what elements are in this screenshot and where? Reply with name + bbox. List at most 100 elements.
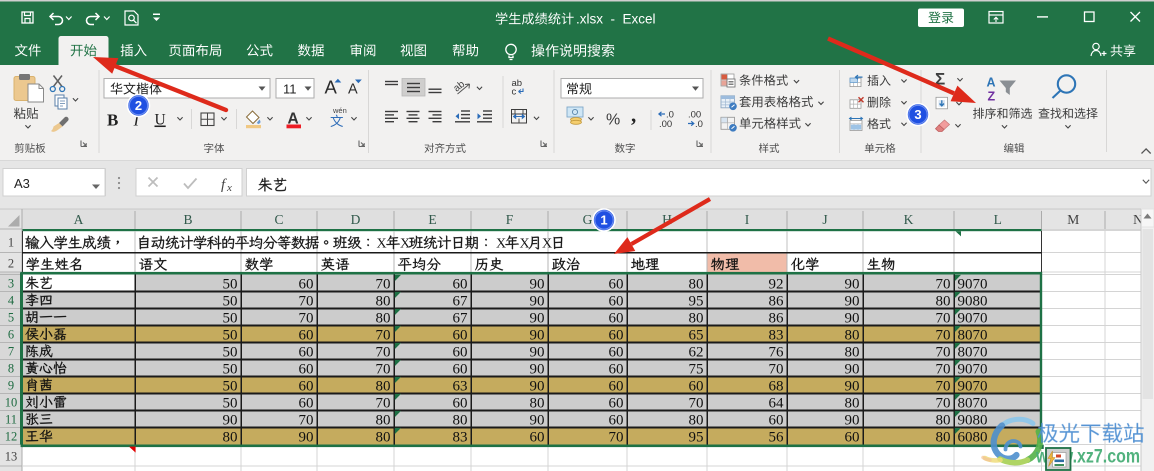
svg-text:80: 80 xyxy=(376,310,391,326)
svg-text:50: 50 xyxy=(223,276,238,292)
svg-text:A: A xyxy=(325,77,338,98)
svg-text:12: 12 xyxy=(5,430,18,444)
svg-text:A: A xyxy=(987,76,996,90)
svg-text:9070: 9070 xyxy=(958,361,988,377)
svg-text:83: 83 xyxy=(769,327,784,343)
svg-text:%: % xyxy=(606,112,620,129)
svg-text:8: 8 xyxy=(8,362,14,376)
svg-text:64: 64 xyxy=(769,395,785,411)
svg-text:8070: 8070 xyxy=(958,327,988,343)
svg-text:86: 86 xyxy=(769,293,785,309)
svg-text:70: 70 xyxy=(376,361,391,377)
svg-text:60: 60 xyxy=(689,378,704,394)
svg-text:7: 7 xyxy=(8,345,14,359)
svg-text:70: 70 xyxy=(299,310,314,326)
svg-text:60: 60 xyxy=(609,395,624,411)
svg-text:60: 60 xyxy=(530,429,545,445)
svg-text:86: 86 xyxy=(769,310,785,326)
svg-text:6080: 6080 xyxy=(958,429,988,445)
svg-text:80: 80 xyxy=(376,429,391,445)
svg-text:70: 70 xyxy=(936,344,951,360)
svg-text:90: 90 xyxy=(530,327,545,343)
svg-text:9080: 9080 xyxy=(958,412,988,428)
svg-text:67: 67 xyxy=(453,310,469,326)
svg-text:70: 70 xyxy=(376,327,391,343)
svg-text:75: 75 xyxy=(689,361,704,377)
svg-text:8070: 8070 xyxy=(958,344,988,360)
svg-text:60: 60 xyxy=(609,327,624,343)
svg-text:A3: A3 xyxy=(14,176,30,191)
svg-text:10: 10 xyxy=(5,396,18,410)
svg-text:A: A xyxy=(74,212,84,227)
svg-text:60: 60 xyxy=(299,395,314,411)
svg-text:90: 90 xyxy=(845,310,860,326)
svg-text:80: 80 xyxy=(689,276,704,292)
svg-text:.0: .0 xyxy=(695,119,703,130)
svg-text:K: K xyxy=(904,212,914,227)
svg-text:60: 60 xyxy=(453,327,468,343)
svg-text:60: 60 xyxy=(769,412,784,428)
svg-text:62: 62 xyxy=(689,344,704,360)
svg-text:50: 50 xyxy=(223,327,238,343)
svg-text:76: 76 xyxy=(769,344,785,360)
svg-text:63: 63 xyxy=(453,378,468,394)
svg-text:.xlsx - Excel: .xlsx - Excel xyxy=(576,11,656,26)
svg-text:70: 70 xyxy=(769,361,784,377)
svg-text:9070: 9070 xyxy=(958,378,988,394)
svg-text:90: 90 xyxy=(530,310,545,326)
svg-text:70: 70 xyxy=(689,395,704,411)
svg-text:80: 80 xyxy=(376,412,391,428)
svg-text:80: 80 xyxy=(689,310,704,326)
svg-text:80: 80 xyxy=(223,429,238,445)
svg-text:95: 95 xyxy=(689,293,704,309)
svg-text:x: x xyxy=(226,182,232,194)
svg-text:90: 90 xyxy=(299,429,314,445)
svg-text:92: 92 xyxy=(769,276,784,292)
svg-text:50: 50 xyxy=(223,378,238,394)
svg-text:80: 80 xyxy=(845,344,860,360)
svg-text:50: 50 xyxy=(223,361,238,377)
svg-text:70: 70 xyxy=(936,378,951,394)
svg-text:90: 90 xyxy=(530,276,545,292)
svg-text:U: U xyxy=(155,112,166,129)
svg-text:80: 80 xyxy=(530,395,545,411)
svg-text:X: X xyxy=(400,236,410,251)
svg-text:2: 2 xyxy=(8,256,14,270)
svg-text:70: 70 xyxy=(936,327,951,343)
svg-text:60: 60 xyxy=(845,429,860,445)
svg-text:6: 6 xyxy=(8,328,14,342)
svg-text:60: 60 xyxy=(453,395,468,411)
svg-text:70: 70 xyxy=(376,344,391,360)
svg-text:90: 90 xyxy=(530,344,545,360)
svg-text:68: 68 xyxy=(769,378,784,394)
svg-text:70: 70 xyxy=(376,276,391,292)
svg-text:9: 9 xyxy=(8,379,14,393)
svg-text:60: 60 xyxy=(453,276,468,292)
svg-text:70: 70 xyxy=(936,395,951,411)
svg-text:60: 60 xyxy=(609,378,624,394)
svg-text:1: 1 xyxy=(8,235,14,249)
svg-text:60: 60 xyxy=(299,327,314,343)
svg-text:X: X xyxy=(542,236,552,251)
svg-text:Z: Z xyxy=(988,90,996,104)
svg-text:70: 70 xyxy=(609,429,624,445)
svg-text:1: 1 xyxy=(600,213,607,228)
svg-text:G: G xyxy=(583,212,593,227)
svg-text:70: 70 xyxy=(936,361,951,377)
svg-text:.00: .00 xyxy=(659,119,672,130)
svg-text:D: D xyxy=(351,212,361,227)
svg-text:60: 60 xyxy=(299,378,314,394)
svg-text:65: 65 xyxy=(689,327,704,343)
svg-text:70: 70 xyxy=(936,310,951,326)
svg-text:50: 50 xyxy=(223,344,238,360)
svg-text:A: A xyxy=(348,82,358,98)
svg-text:80: 80 xyxy=(453,412,468,428)
svg-text:90: 90 xyxy=(845,412,860,428)
svg-text:80: 80 xyxy=(376,293,391,309)
svg-text:70: 70 xyxy=(376,395,391,411)
svg-text:70: 70 xyxy=(299,293,314,309)
svg-text:67: 67 xyxy=(453,293,469,309)
svg-text:c: c xyxy=(512,87,517,98)
svg-text:50: 50 xyxy=(223,395,238,411)
svg-text:90: 90 xyxy=(530,378,545,394)
